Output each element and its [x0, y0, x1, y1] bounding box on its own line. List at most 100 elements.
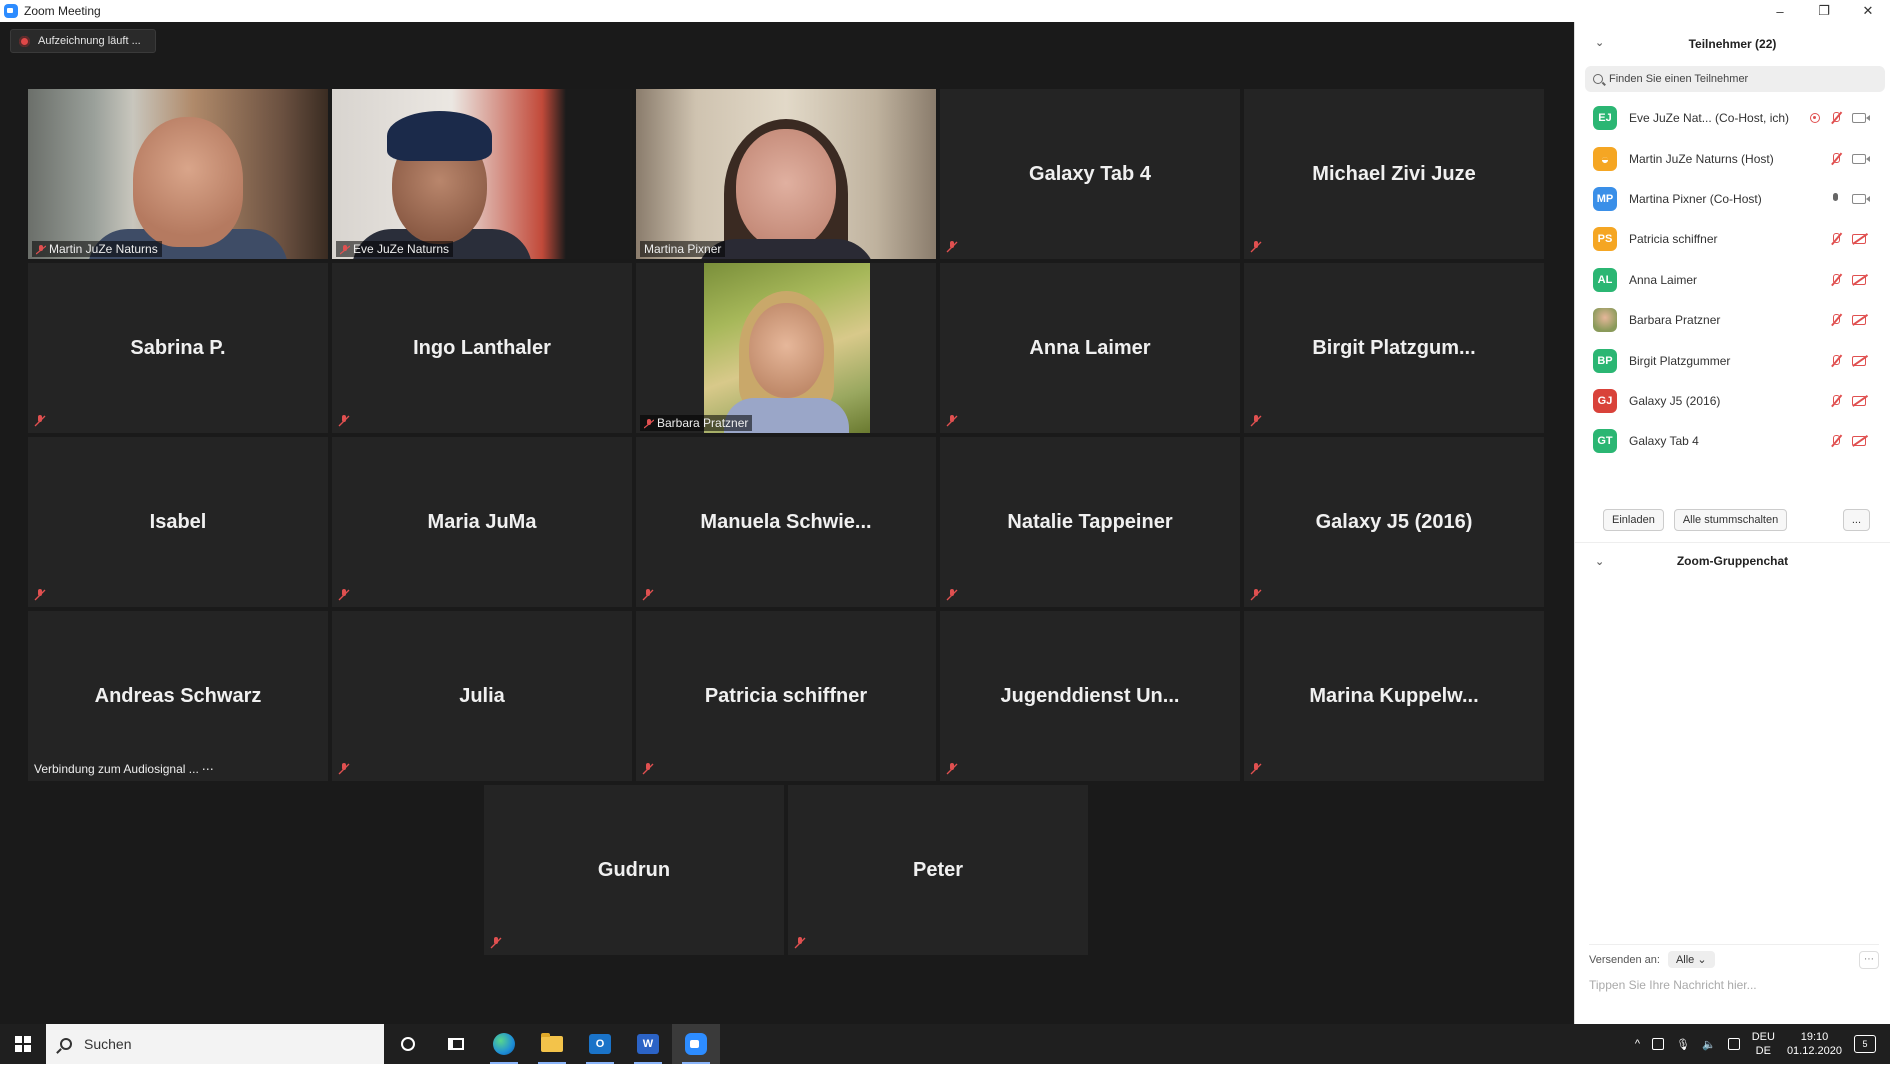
recording-indicator[interactable]: Aufzeichnung läuft ...: [10, 29, 156, 53]
start-button[interactable]: [0, 1024, 46, 1064]
participant-row[interactable]: AL Anna Laimer: [1575, 260, 1890, 300]
volume-icon[interactable]: 🔈: [1702, 1038, 1716, 1051]
participant-row[interactable]: BP Birgit Platzgummer: [1575, 340, 1890, 380]
mic-muted-icon: [339, 244, 351, 255]
task-view-icon: [448, 1038, 464, 1050]
participant-row[interactable]: Barbara Pratzner: [1575, 300, 1890, 340]
collapse-icon[interactable]: ⌄: [1595, 555, 1604, 568]
video-tile-michael[interactable]: Michael Zivi Juze: [1244, 89, 1544, 259]
taskbar-word[interactable]: W: [624, 1024, 672, 1064]
clock[interactable]: 19:10 01.12.2020: [1787, 1030, 1842, 1058]
send-to-value: Alle: [1675, 954, 1695, 966]
cortana-button[interactable]: [384, 1024, 432, 1064]
video-off-icon: [1852, 395, 1866, 406]
notification-center-icon[interactable]: 5: [1854, 1035, 1876, 1053]
participant-status-icons: [1830, 354, 1866, 367]
participant-row[interactable]: GJ Galaxy J5 (2016): [1575, 381, 1890, 421]
video-tile-martin[interactable]: Martin JuZe Naturns: [28, 89, 328, 259]
video-tile-barbara[interactable]: Barbara Pratzner: [636, 263, 936, 433]
participant-name: Galaxy J5 (2016): [1315, 510, 1473, 533]
tile-label: Martin JuZe Naturns: [32, 241, 162, 257]
mute-all-button[interactable]: Alle stummschalten: [1673, 509, 1788, 531]
microphone-icon[interactable]: 🎙: [1676, 1038, 1690, 1051]
participant-status-icons: [1830, 435, 1866, 447]
participant-name: Peter: [912, 858, 964, 881]
send-to-row: Versenden an: Alle ⌄ ⋯: [1589, 944, 1879, 969]
participant-status-icons: [1830, 192, 1870, 205]
taskbar-outlook[interactable]: O: [576, 1024, 624, 1064]
video-tile-sabrina[interactable]: Sabrina P.: [28, 263, 328, 433]
video-tile-andreas[interactable]: Andreas Schwarz Verbindung zum Audiosign…: [28, 611, 328, 781]
mic-muted-icon: [642, 589, 654, 601]
windows-taskbar: Suchen O W ^ 🎙 🔈 DEU DE 19:10 01.12.2020…: [0, 1024, 1890, 1064]
status-text: Verbindung zum Audiosignal ...: [34, 762, 199, 776]
collapse-icon[interactable]: ⌄: [1595, 36, 1604, 49]
participant-name: Martin JuZe Naturns: [49, 242, 158, 256]
participant-row[interactable]: GT Galaxy Tab 4: [1575, 421, 1890, 461]
video-tile-eve[interactable]: Eve JuZe Naturns: [332, 89, 632, 259]
participant-row[interactable]: PS Patricia schiffner: [1575, 219, 1890, 259]
video-tile-isabel[interactable]: Isabel: [28, 437, 328, 607]
avatar-logo-icon: ◒: [1593, 146, 1617, 171]
mic-active-icon: [1830, 192, 1842, 205]
video-tile-marina[interactable]: Marina Kuppelw...: [1244, 611, 1544, 781]
taskbar-search[interactable]: Suchen: [46, 1024, 384, 1064]
participant-video: [636, 89, 936, 259]
video-tile-peter[interactable]: Peter: [788, 785, 1088, 955]
chevron-up-icon[interactable]: ^: [1635, 1038, 1640, 1050]
chat-header: ⌄ Zoom-Gruppenchat: [1575, 542, 1890, 578]
video-tile-martina-active-speaker[interactable]: Martina Pixner: [636, 89, 936, 259]
taskbar-zoom[interactable]: [672, 1024, 720, 1064]
mic-muted-icon: [1250, 589, 1262, 601]
input-language[interactable]: DEU DE: [1752, 1030, 1775, 1058]
send-to-select[interactable]: Alle ⌄: [1667, 951, 1715, 968]
word-icon: W: [637, 1034, 659, 1054]
participant-row[interactable]: MP Martina Pixner (Co-Host): [1575, 179, 1890, 219]
system-tray: ^ 🎙 🔈 DEU DE 19:10 01.12.2020 5: [1635, 1030, 1890, 1058]
record-icon: [19, 35, 30, 47]
participant-status-icons: [1830, 152, 1870, 165]
video-tile-birgit[interactable]: Birgit Platzgum...: [1244, 263, 1544, 433]
taskbar-explorer[interactable]: [528, 1024, 576, 1064]
participant-row[interactable]: ◒ Martin JuZe Naturns (Host): [1575, 138, 1890, 178]
participant-name: Michael Zivi Juze: [1312, 162, 1476, 185]
more-options-button[interactable]: ...: [1842, 509, 1870, 531]
search-icon: [60, 1038, 72, 1050]
video-tile-jugenddienst[interactable]: Jugenddienst Un...: [940, 611, 1240, 781]
participant-name: Anna Laimer: [1629, 272, 1698, 287]
mic-muted-icon: [1830, 273, 1842, 286]
participant-name: Martin JuZe Naturns (Host): [1629, 151, 1774, 166]
video-tile-gudrun[interactable]: Gudrun: [484, 785, 784, 955]
video-tile-natalie[interactable]: Natalie Tappeiner: [940, 437, 1240, 607]
video-tile-anna[interactable]: Anna Laimer: [940, 263, 1240, 433]
video-tile-galaxy-j5[interactable]: Galaxy J5 (2016): [1244, 437, 1544, 607]
invite-button[interactable]: Einladen: [1603, 509, 1664, 531]
display-icon[interactable]: [1727, 1038, 1740, 1050]
taskbar-edge[interactable]: [480, 1024, 528, 1064]
video-tile-galaxy-tab-4[interactable]: Galaxy Tab 4: [940, 89, 1240, 259]
audio-connecting-status: Verbindung zum Audiosignal ... ⋯: [30, 761, 218, 777]
notification-count: 5: [1862, 1039, 1868, 1049]
restore-button[interactable]: ❐: [1802, 0, 1846, 22]
network-device-icon[interactable]: [1652, 1038, 1665, 1050]
clock-date: 01.12.2020: [1786, 1045, 1842, 1057]
participant-search[interactable]: Finden Sie einen Teilnehmer: [1585, 66, 1885, 92]
participant-name: Patricia schiffner: [704, 684, 868, 707]
video-tile-patricia[interactable]: Patricia schiffner: [636, 611, 936, 781]
close-button[interactable]: ✕: [1846, 0, 1890, 22]
mic-muted-icon: [1830, 354, 1842, 367]
participant-name: Birgit Platzgummer: [1629, 353, 1731, 368]
participant-status-icons: [1830, 233, 1866, 245]
chat-more-button[interactable]: ⋯: [1859, 950, 1879, 969]
window-controls: – ❐ ✕: [1758, 0, 1890, 22]
video-tile-maria[interactable]: Maria JuMa: [332, 437, 632, 607]
video-off-icon: [1852, 436, 1866, 447]
video-tile-ingo[interactable]: Ingo Lanthaler: [332, 263, 632, 433]
chat-message-input[interactable]: [1589, 970, 1879, 1000]
mic-muted-icon: [1830, 152, 1842, 165]
task-view-button[interactable]: [432, 1024, 480, 1064]
video-tile-julia[interactable]: Julia: [332, 611, 632, 781]
participant-row[interactable]: EJ Eve JuZe Nat... (Co-Host, ich): [1575, 98, 1890, 138]
minimize-button[interactable]: –: [1758, 0, 1802, 22]
video-tile-manuela[interactable]: Manuela Schwie...: [636, 437, 936, 607]
